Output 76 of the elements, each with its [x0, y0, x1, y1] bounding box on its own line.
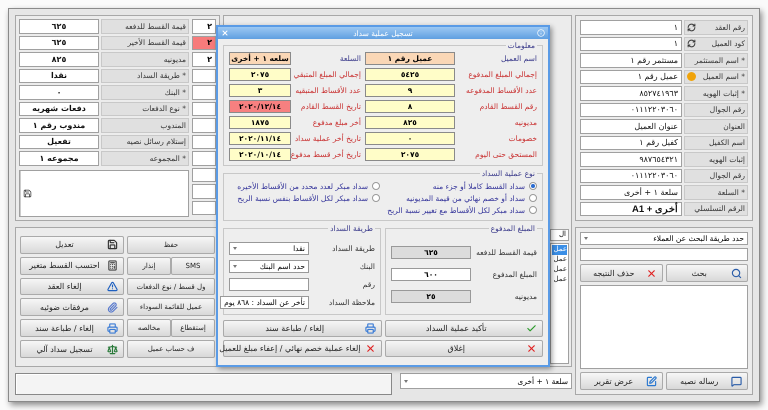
field-value[interactable]: A1 + أخرى — [580, 202, 682, 216]
action-button[interactable]: مرفقات ضوئيه — [20, 298, 124, 316]
caret-icon — [233, 265, 237, 268]
field-value[interactable]: مندوب رقم ١ — [19, 118, 99, 132]
field-value[interactable]: ٠١١١٢٢٠٣٠٦٠ — [580, 102, 682, 117]
close-icon[interactable] — [221, 29, 229, 37]
field-value[interactable]: ٠ — [19, 85, 99, 100]
field-value[interactable]: ١ — [580, 36, 682, 51]
field-value[interactable] — [192, 134, 216, 149]
field-value[interactable]: ٠١١١٢٢٠٣٠٦٠ — [580, 168, 682, 183]
radio-button[interactable] — [372, 182, 380, 190]
field-value[interactable] — [192, 85, 216, 100]
message-button[interactable]: رساله نصيه — [666, 372, 748, 390]
dialog-button[interactable]: إلغاء / طباعة سند — [223, 320, 382, 337]
radio-button[interactable] — [372, 194, 380, 202]
search-field[interactable] — [580, 248, 748, 261]
field-value[interactable]: عميل رقم ١ — [580, 70, 682, 84]
action-button[interactable]: تسجيل سداد آلي — [20, 340, 124, 358]
action-button[interactable]: إلغاء / طباعة سند — [20, 319, 124, 338]
calculator-icon — [107, 260, 118, 272]
caret-icon — [584, 237, 588, 240]
field-value[interactable]: ٩٨٧٦٥٤٣٢١ — [580, 152, 682, 166]
input-field[interactable] — [229, 278, 309, 291]
search-icon — [731, 268, 742, 278]
radio-button[interactable] — [529, 206, 537, 214]
notes-field[interactable] — [19, 170, 189, 217]
warning-icon — [107, 281, 118, 292]
field-value[interactable]: تفعيل — [19, 134, 99, 149]
paperclip-icon — [107, 302, 118, 313]
field-value[interactable]: ٨٢٥ — [19, 52, 99, 66]
search-button[interactable]: بحث — [666, 264, 748, 282]
field-value[interactable] — [192, 168, 216, 182]
field-value[interactable]: ١ — [580, 20, 682, 34]
field-value[interactable] — [192, 200, 216, 215]
printer-icon — [364, 323, 376, 334]
field-value[interactable]: ٢ — [192, 19, 216, 34]
field-value[interactable] — [192, 151, 216, 166]
field-value[interactable]: مستثمر رقم ١ — [580, 53, 682, 68]
action-button[interactable]: احتسب القسط متغير — [20, 256, 124, 275]
radio-button[interactable] — [529, 182, 537, 190]
delete-button[interactable]: حذف النتيجه — [580, 264, 662, 282]
refresh-icon[interactable] — [687, 22, 696, 32]
refresh-icon[interactable] — [687, 39, 696, 48]
scale-icon — [107, 344, 118, 355]
message-icon — [731, 376, 742, 386]
warning-icon — [687, 72, 696, 82]
app-icon — [537, 29, 545, 37]
field-value[interactable]: ٦٢٥ — [19, 36, 99, 50]
field-value[interactable]: ٢ — [192, 52, 216, 66]
action-button[interactable]: تعديل — [20, 236, 124, 254]
dialog-button[interactable]: تأكيد عملية السداد — [384, 320, 543, 337]
field-value[interactable]: سلعة ١ + أخرى — [580, 185, 682, 200]
field-value[interactable] — [192, 118, 216, 132]
dialog-button[interactable]: إغلاق — [384, 340, 543, 357]
field-value[interactable]: كفيل رقم ١ — [580, 136, 682, 150]
field-value[interactable]: ٦٢٥ — [19, 19, 99, 34]
field-value[interactable] — [192, 184, 216, 198]
report-button[interactable]: عرض تقرير — [580, 372, 662, 390]
printer-icon — [107, 322, 118, 334]
action-button[interactable]: إلغاء العقد — [20, 278, 124, 296]
radio-button[interactable] — [529, 194, 537, 202]
close-icon — [526, 343, 537, 354]
field-value[interactable] — [192, 102, 216, 116]
field-value[interactable]: عنوان العميل — [580, 119, 682, 134]
field-value[interactable]: ٨٥٢٧٤١٩٦٣ — [580, 86, 682, 100]
field-value[interactable]: مجموعه ١ — [19, 151, 99, 166]
field-value[interactable] — [192, 68, 216, 83]
close-icon — [646, 268, 656, 278]
field-value[interactable]: ٢ — [192, 36, 216, 50]
caret-icon — [404, 380, 408, 382]
caret-icon — [233, 247, 237, 250]
report-icon — [646, 376, 656, 386]
check-icon — [526, 323, 537, 334]
field-value[interactable]: نقدا — [19, 68, 99, 83]
close-icon — [364, 343, 376, 354]
field-value[interactable]: دفعات شهريه — [19, 102, 99, 116]
